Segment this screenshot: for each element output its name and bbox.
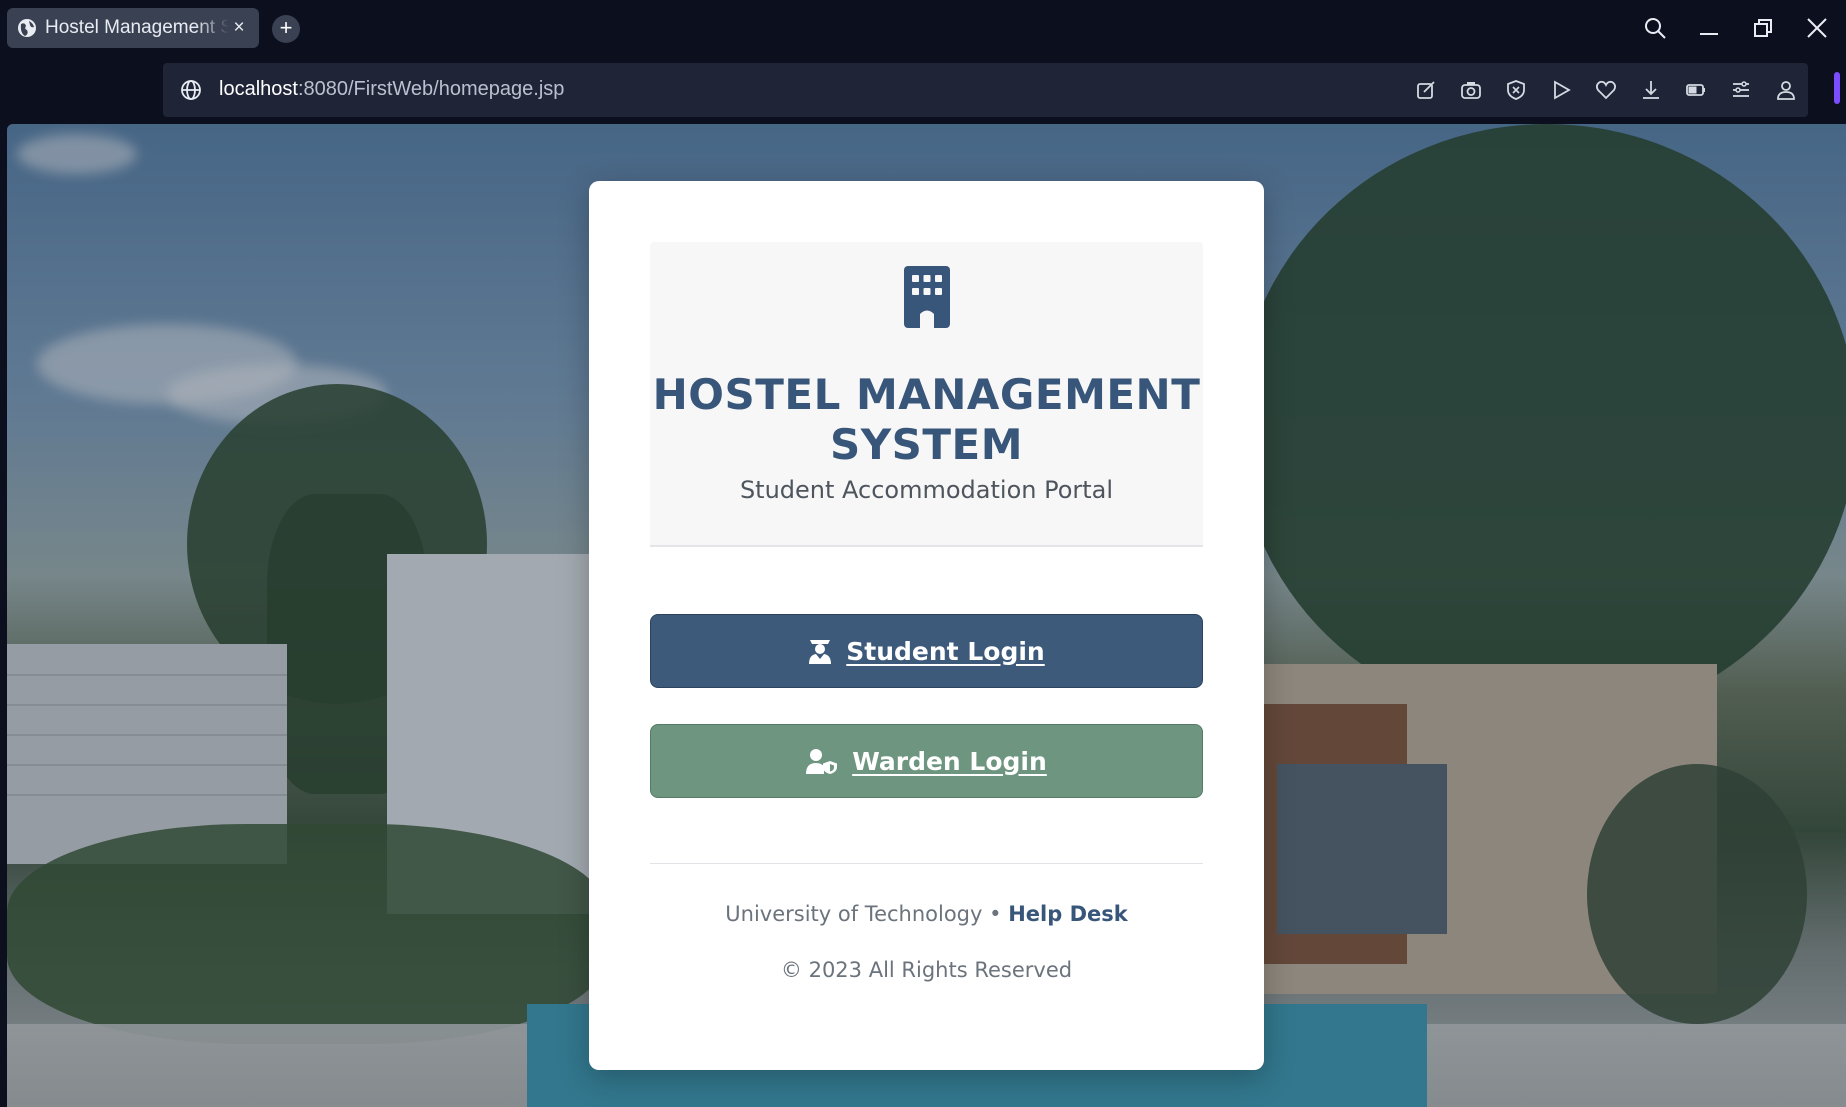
battery-icon[interactable] xyxy=(1673,63,1718,117)
globe-icon xyxy=(18,19,36,37)
toolbar xyxy=(1403,63,1808,117)
divider xyxy=(650,863,1203,864)
browser-tab[interactable]: Hostel Management System × xyxy=(7,8,259,48)
footer-separator: • xyxy=(982,902,1009,926)
page-title: HOSTEL MANAGEMENT SYSTEM xyxy=(652,370,1201,469)
url-host: localhost xyxy=(219,78,298,100)
footer-org: University of Technology xyxy=(725,902,983,926)
warden-login-label: Warden Login xyxy=(852,746,1047,776)
profile-icon[interactable] xyxy=(1763,63,1808,117)
help-desk-link[interactable]: Help Desk xyxy=(1008,902,1128,926)
minimize-icon[interactable] xyxy=(1691,10,1727,46)
search-icon[interactable] xyxy=(1637,10,1673,46)
footer-org-line: University of Technology • Help Desk xyxy=(589,902,1264,926)
shield-icon[interactable] xyxy=(1493,63,1538,117)
login-card: HOSTEL MANAGEMENT SYSTEM Student Accommo… xyxy=(589,181,1264,1070)
camera-icon[interactable] xyxy=(1448,63,1493,117)
tab-bar: Hostel Management System × + xyxy=(0,0,1846,56)
url-field[interactable]: localhost:8080/FirstWeb/homepage.jsp xyxy=(163,63,1808,117)
page-viewport: HOSTEL MANAGEMENT SYSTEM Student Accommo… xyxy=(7,124,1846,1107)
student-login-label: Student Login xyxy=(846,636,1045,666)
warden-login-button[interactable]: Warden Login xyxy=(650,724,1203,798)
url-text[interactable]: localhost:8080/FirstWeb/homepage.jsp xyxy=(219,78,564,101)
edit-icon[interactable] xyxy=(1403,63,1448,117)
card-header: HOSTEL MANAGEMENT SYSTEM Student Accommo… xyxy=(650,242,1203,547)
tab-close-icon[interactable]: × xyxy=(229,17,249,39)
new-tab-button[interactable]: + xyxy=(272,15,300,43)
student-login-button[interactable]: Student Login xyxy=(650,614,1203,688)
url-path: :8080/FirstWeb/homepage.jsp xyxy=(297,78,565,100)
page-subtitle: Student Accommodation Portal xyxy=(739,476,1114,504)
site-info-icon[interactable] xyxy=(179,78,203,102)
graduate-icon xyxy=(808,638,832,664)
user-shield-icon xyxy=(806,748,838,774)
address-bar: localhost:8080/FirstWeb/homepage.jsp xyxy=(0,56,1846,121)
play-icon[interactable] xyxy=(1538,63,1583,117)
building-icon xyxy=(904,266,950,328)
close-window-icon[interactable] xyxy=(1799,10,1835,46)
sidebar-toggle[interactable] xyxy=(1834,72,1840,104)
settings-icon[interactable] xyxy=(1718,63,1763,117)
copyright: © 2023 All Rights Reserved xyxy=(780,958,1073,982)
tab-title: Hostel Management System xyxy=(45,17,229,38)
download-icon[interactable] xyxy=(1628,63,1673,117)
restore-icon[interactable] xyxy=(1745,10,1781,46)
heart-icon[interactable] xyxy=(1583,63,1628,117)
